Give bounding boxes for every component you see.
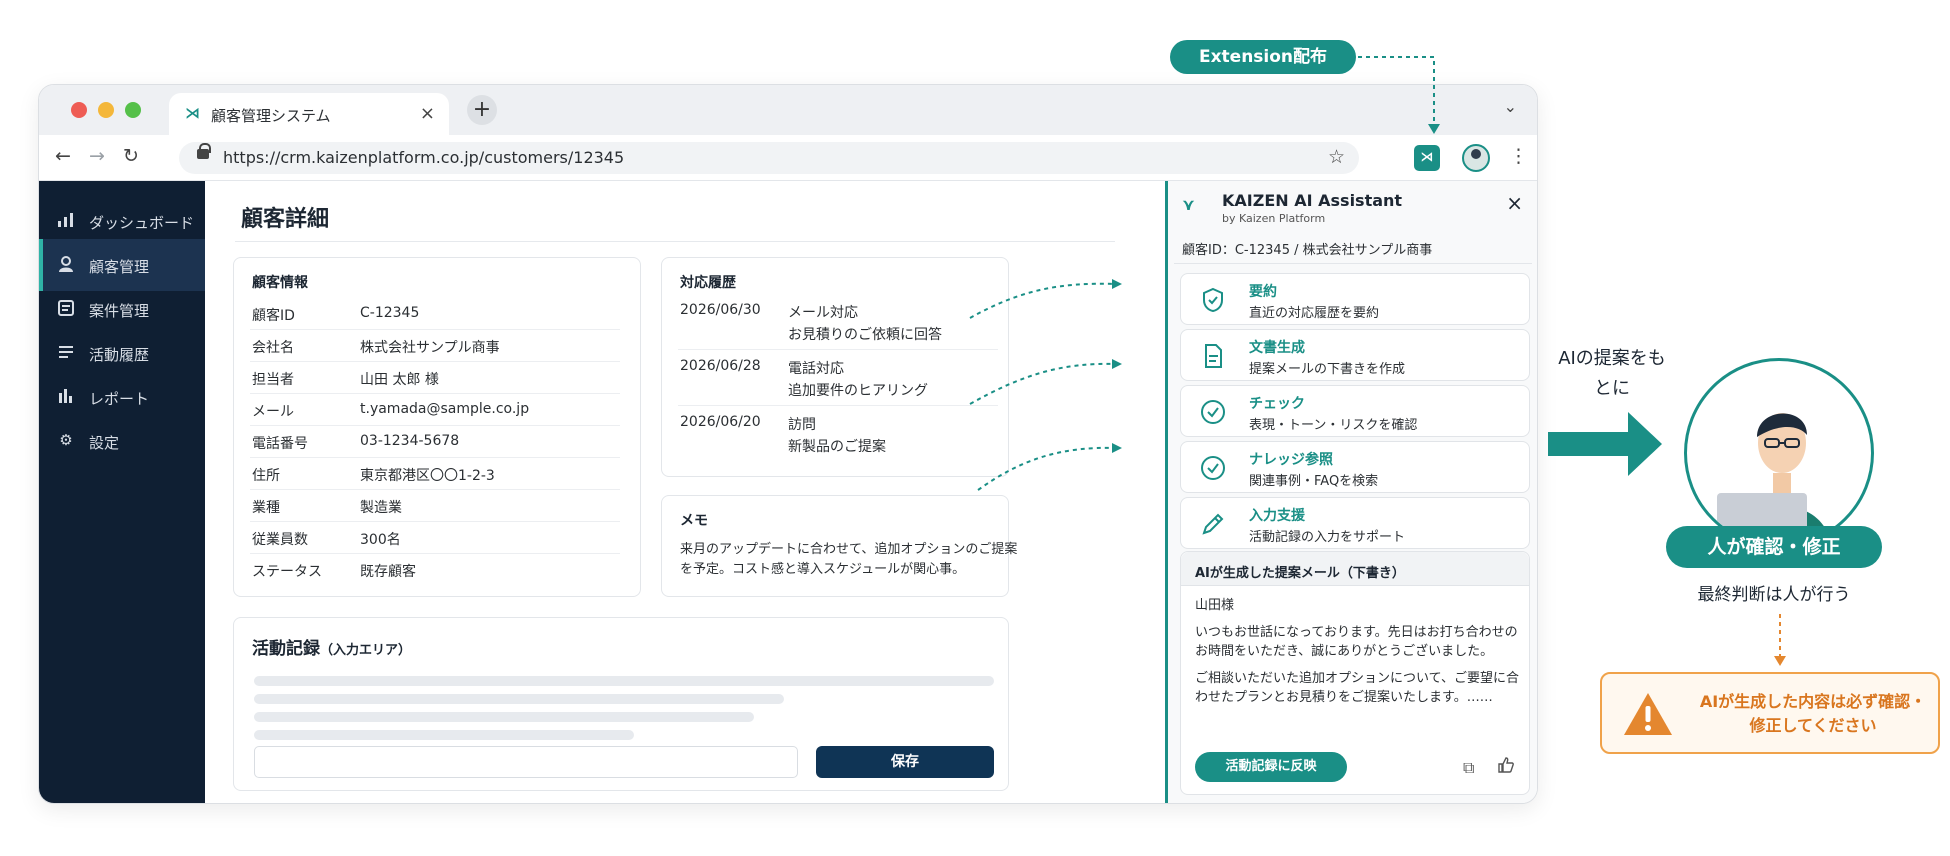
arrowhead	[1112, 443, 1122, 453]
memo-to-knowledge-arrow	[977, 446, 1119, 491]
warning-callout: AIが生成した内容は必ず確認・修正してください	[1600, 672, 1940, 754]
warning-triangle-icon	[1624, 693, 1672, 735]
ai-proposal-caption: AIの提案をもとに	[1558, 348, 1666, 399]
extension-connector	[1358, 56, 1435, 128]
warning-text: AIが生成した内容は必ず確認・修正してください	[1699, 692, 1927, 735]
extension-arrowhead	[1428, 124, 1440, 134]
human-review-label: 人が確認・修正	[1666, 526, 1882, 568]
flow-arrow	[1548, 412, 1662, 476]
history-to-summary-arrow	[969, 282, 1119, 319]
warning-arrowhead	[1774, 656, 1786, 666]
arrowhead	[1112, 279, 1122, 289]
arrowhead	[1112, 359, 1122, 369]
human-review-illustration	[1684, 358, 1874, 548]
person-laptop-icon	[1717, 413, 1831, 545]
history-to-document-arrow	[969, 362, 1119, 405]
final-judgment-text: 最終判断は人が行う	[1697, 585, 1851, 605]
